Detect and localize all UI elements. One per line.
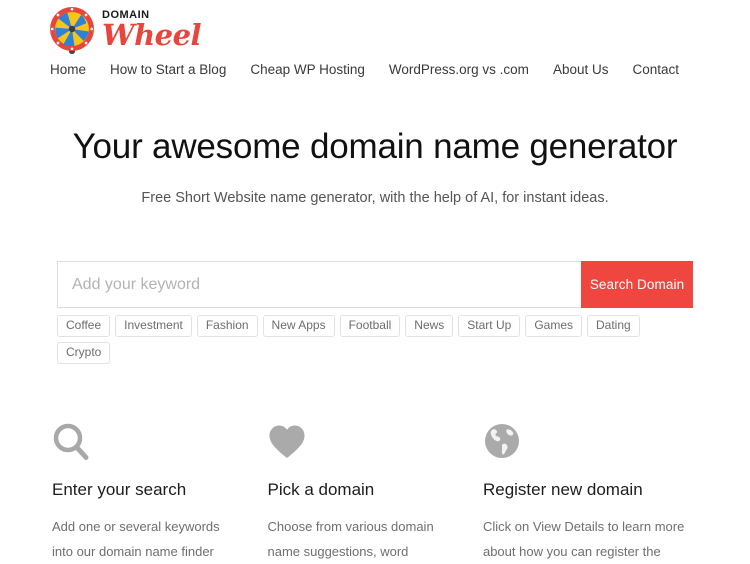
tag-games[interactable]: Games: [525, 315, 582, 337]
tag-new-apps[interactable]: New Apps: [262, 315, 335, 337]
features-section: Enter your search Add one or several key…: [52, 422, 698, 564]
site-header: DOMAIN Wheel Home How to Start a Blog Ch…: [0, 0, 750, 82]
prize-wheel-icon: [48, 5, 96, 55]
tag-dating[interactable]: Dating: [587, 315, 640, 337]
feature-body: Add one or several keywords into our dom…: [52, 519, 220, 560]
heart-icon: [267, 422, 450, 464]
feature-register-new-domain: Register new domain Click on View Detail…: [483, 422, 698, 564]
tag-crypto[interactable]: Crypto: [57, 342, 111, 364]
page-root: DOMAIN Wheel Home How to Start a Blog Ch…: [0, 0, 750, 564]
magnifier-icon: [52, 422, 235, 464]
domain-search-form: Search Domain: [57, 261, 693, 308]
nav-item-contact[interactable]: Contact: [632, 62, 679, 77]
nav-item-wordpress-org-vs-com[interactable]: WordPress.org vs .com: [389, 62, 529, 77]
page-title: Your awesome domain name generator: [72, 127, 678, 166]
tag-news[interactable]: News: [405, 315, 454, 337]
search-input[interactable]: [57, 261, 581, 308]
tag-start-up[interactable]: Start Up: [458, 315, 521, 337]
feature-body: Click on View Details to learn more abou…: [482, 519, 685, 560]
feature-enter-your-search: Enter your search Add one or several key…: [52, 422, 267, 564]
tag-investment[interactable]: Investment: [115, 315, 192, 337]
globe-icon: [483, 422, 698, 464]
logo[interactable]: DOMAIN Wheel: [0, 0, 750, 56]
search-domain-button[interactable]: Search Domain: [581, 261, 693, 308]
page-subtitle: Free Short Website name generator, with …: [141, 190, 609, 206]
main-navigation: Home How to Start a Blog Cheap WP Hostin…: [0, 56, 750, 82]
hero-section: Your awesome domain name generator Free …: [0, 82, 750, 206]
nav-item-about-us[interactable]: About Us: [553, 62, 609, 77]
logo-wordmark: DOMAIN Wheel: [102, 10, 202, 53]
tag-coffee[interactable]: Coffee: [57, 315, 111, 337]
nav-item-how-to-start-a-blog[interactable]: How to Start a Blog: [110, 62, 226, 77]
feature-title: Register new domain: [482, 480, 643, 499]
feature-title: Enter your search: [52, 480, 187, 499]
tag-football[interactable]: Football: [339, 315, 401, 337]
logo-wheel-text: Wheel: [102, 18, 202, 53]
nav-item-home[interactable]: Home: [50, 62, 86, 77]
nav-item-cheap-wp-hosting[interactable]: Cheap WP Hosting: [250, 62, 365, 77]
feature-body: Choose from various domain name suggesti…: [267, 519, 434, 560]
tag-fashion[interactable]: Fashion: [196, 315, 258, 337]
keyword-suggestion-tags: Coffee Investment Fashion New Apps Footb…: [57, 315, 693, 364]
feature-pick-a-domain: Pick a domain Choose from various domain…: [267, 422, 482, 564]
feature-title: Pick a domain: [267, 480, 375, 499]
